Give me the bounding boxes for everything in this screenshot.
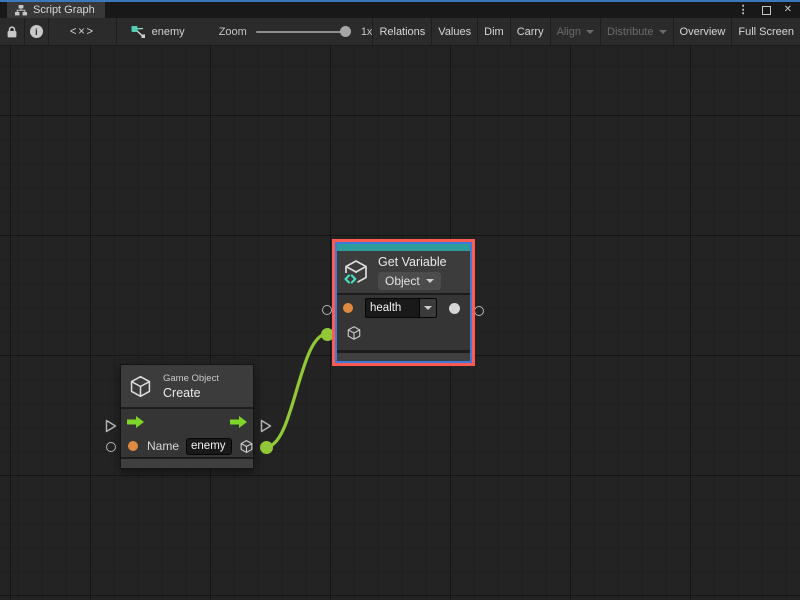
value-out-port-icon[interactable] [449, 303, 460, 314]
flow-in-arrow-icon[interactable] [127, 416, 144, 428]
script-graph-window: Script Graph ⋮ ✕ i <×> e [0, 0, 800, 600]
get-variable-header: Get Variable Object [337, 251, 470, 295]
chevron-down-icon [426, 279, 434, 283]
lock-icon [6, 25, 18, 39]
relations-button[interactable]: Relations [372, 18, 431, 45]
create-flow-in-stub[interactable] [105, 419, 117, 433]
name-value-input[interactable] [186, 438, 232, 455]
window-focus-accent-line [0, 0, 800, 2]
node-title: Get Variable [378, 255, 447, 269]
variable-name-row [337, 295, 470, 321]
graph-node-icon [131, 25, 146, 39]
toolbar-menu: Relations Values Dim Carry Align Distrib… [372, 18, 800, 45]
node-game-object-create[interactable]: Game Object Create Name [120, 364, 254, 469]
gameobject-port-cube-icon [239, 439, 254, 454]
chevron-down-icon [424, 306, 432, 310]
getvariable-value-out-stub[interactable] [474, 306, 484, 316]
full-screen-button[interactable]: Full Screen [731, 18, 800, 45]
get-variable-footer [337, 350, 470, 361]
create-name-in-stub[interactable] [106, 442, 116, 452]
create-flow-out-stub[interactable] [260, 419, 272, 433]
create-name-row: Name [121, 435, 253, 457]
tab-script-graph[interactable]: Script Graph [7, 2, 105, 18]
window-close-icon[interactable]: ✕ [784, 5, 792, 15]
script-graph-icon [15, 5, 27, 16]
variables-blackboard-button[interactable]: <×> [49, 18, 117, 45]
flow-out-arrow-icon[interactable] [230, 416, 247, 428]
breadcrumb-graph-name: enemy [152, 26, 185, 38]
overview-button[interactable]: Overview [673, 18, 732, 45]
window-controls: ⋮ ✕ [738, 2, 792, 18]
variable-picker-button[interactable] [420, 298, 437, 318]
create-node-footer [121, 457, 253, 468]
graph-breadcrumb[interactable]: enemy [117, 18, 185, 45]
window-maximize-icon[interactable] [762, 6, 771, 15]
zoom-slider-handle[interactable] [340, 26, 351, 37]
game-object-cube-icon [128, 374, 153, 399]
info-icon: i [30, 25, 43, 38]
node-subtitle: Game Object [163, 373, 219, 384]
variable-node-color-strip [337, 244, 470, 251]
window-menu-icon[interactable]: ⋮ [738, 5, 749, 16]
variables-icon: <×> [70, 26, 95, 38]
name-port-label: Name [147, 439, 179, 453]
gameobject-out-port[interactable] [239, 439, 254, 454]
tab-bar: Script Graph ⋮ ✕ [0, 2, 800, 18]
values-button[interactable]: Values [431, 18, 477, 45]
variable-name-input[interactable] [365, 298, 420, 318]
create-node-header: Game Object Create [121, 365, 253, 409]
create-flow-row [121, 409, 253, 435]
node-get-variable[interactable]: Get Variable Object [337, 244, 470, 361]
chevron-down-icon [586, 30, 594, 34]
string-port-icon[interactable] [128, 441, 138, 451]
zoom-label: Zoom [219, 26, 247, 38]
chevron-down-icon [659, 30, 667, 34]
create-gameobject-out-stub-connected[interactable] [260, 441, 273, 454]
zoom-value: 1x [361, 26, 373, 38]
variable-cube-code-icon [342, 258, 370, 286]
zoom-slider[interactable] [256, 31, 349, 33]
node-title: Create [163, 386, 219, 400]
tab-title: Script Graph [33, 4, 95, 16]
align-dropdown-button: Align [550, 18, 600, 45]
selection-outline: Get Variable Object [332, 239, 475, 366]
dim-button[interactable]: Dim [477, 18, 510, 45]
lock-button[interactable] [0, 18, 25, 45]
graph-inspector-button[interactable]: i [25, 18, 49, 45]
carry-button[interactable]: Carry [510, 18, 550, 45]
string-port-icon[interactable] [343, 303, 353, 313]
getvariable-name-in-stub[interactable] [322, 305, 332, 315]
distribute-dropdown-button: Distribute [600, 18, 672, 45]
zoom-control: Zoom 1x [219, 18, 373, 45]
variable-scope-dropdown[interactable]: Object [378, 272, 441, 290]
object-input-row [337, 321, 470, 345]
graph-toolbar: i <×> enemy Zoom 1x Relations Values Dim [0, 18, 800, 46]
object-port-cube-icon[interactable] [346, 325, 362, 341]
